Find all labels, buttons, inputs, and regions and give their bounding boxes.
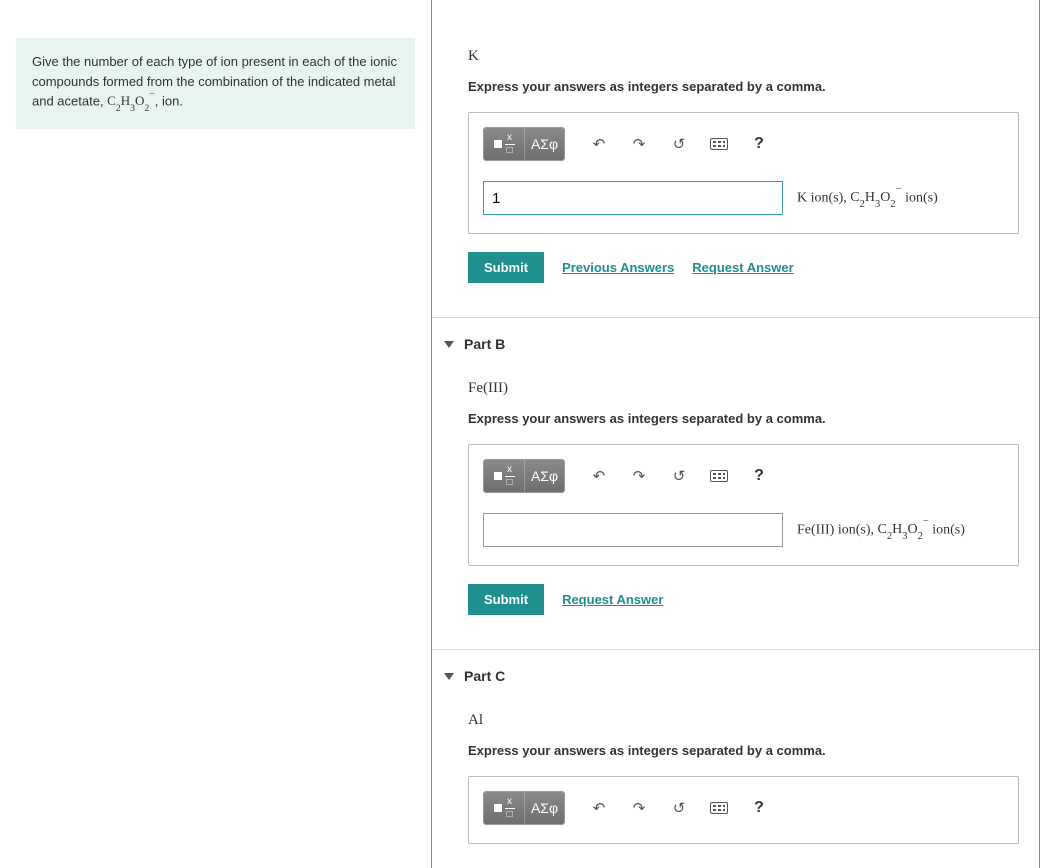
toolbar: x□ ΑΣφ ↶ ↷ ↺ ? (483, 459, 1004, 493)
part-b-title: Part B (464, 336, 505, 352)
question-prompt: Give the number of each type of ion pres… (16, 38, 415, 129)
part-b-answer-input[interactable] (483, 513, 783, 547)
part-a-unit-label: K ion(s), C2H3O2− ion(s) (797, 188, 938, 208)
part-a-prompt: K (468, 48, 1019, 65)
reset-icon[interactable]: ↺ (665, 464, 693, 488)
part-c-instructions: Express your answers as integers separat… (468, 743, 1019, 758)
help-icon[interactable]: ? (745, 132, 773, 156)
part-a-previous-answers-link[interactable]: Previous Answers (562, 260, 674, 275)
keyboard-icon[interactable] (705, 796, 733, 820)
chevron-down-icon (444, 673, 454, 680)
toolbar: x□ ΑΣφ ↶ ↷ ↺ ? (483, 791, 1004, 825)
greek-button[interactable]: ΑΣφ (524, 460, 564, 492)
part-a-submit-button[interactable]: Submit (468, 252, 544, 283)
math-template-button[interactable]: x□ (484, 128, 524, 160)
part-a-answer-input[interactable] (483, 181, 783, 215)
part-b-answer-panel: x□ ΑΣφ ↶ ↷ ↺ ? Fe(III) ion(s), C2H3 (468, 444, 1019, 566)
reset-icon[interactable]: ↺ (665, 796, 693, 820)
question-suffix: , ion. (155, 93, 183, 108)
undo-icon[interactable]: ↶ (585, 464, 613, 488)
redo-icon[interactable]: ↷ (625, 132, 653, 156)
part-b-unit-label: Fe(III) ion(s), C2H3O2− ion(s) (797, 520, 965, 540)
help-icon[interactable]: ? (745, 464, 773, 488)
part-b-instructions: Express your answers as integers separat… (468, 411, 1019, 426)
toolbar: x□ ΑΣφ ↶ ↷ ↺ ? (483, 127, 1004, 161)
math-template-button[interactable]: x□ (484, 460, 524, 492)
undo-icon[interactable]: ↶ (585, 796, 613, 820)
part-c-title: Part C (464, 668, 505, 684)
question-prefix: Give the number of each type of ion pres… (32, 54, 397, 108)
keyboard-icon[interactable] (705, 132, 733, 156)
greek-button[interactable]: ΑΣφ (524, 792, 564, 824)
part-a-request-answer-link[interactable]: Request Answer (692, 260, 793, 275)
redo-icon[interactable]: ↷ (625, 796, 653, 820)
part-c-header[interactable]: Part C (432, 650, 1039, 698)
part-b-header[interactable]: Part B (432, 318, 1039, 366)
keyboard-icon[interactable] (705, 464, 733, 488)
chevron-down-icon (444, 341, 454, 348)
part-b-prompt: Fe(III) (468, 380, 1019, 397)
acetate-formula: C2H3O2− (107, 93, 155, 108)
math-template-button[interactable]: x□ (484, 792, 524, 824)
part-a-instructions: Express your answers as integers separat… (468, 79, 1019, 94)
part-b-submit-button[interactable]: Submit (468, 584, 544, 615)
part-c-answer-panel: x□ ΑΣφ ↶ ↷ ↺ ? (468, 776, 1019, 844)
undo-icon[interactable]: ↶ (585, 132, 613, 156)
redo-icon[interactable]: ↷ (625, 464, 653, 488)
part-c-prompt: Al (468, 712, 1019, 729)
part-a-answer-panel: x□ ΑΣφ ↶ ↷ ↺ ? K ion(s), C2H3O2− io (468, 112, 1019, 234)
help-icon[interactable]: ? (745, 796, 773, 820)
part-b-request-answer-link[interactable]: Request Answer (562, 592, 663, 607)
greek-button[interactable]: ΑΣφ (524, 128, 564, 160)
reset-icon[interactable]: ↺ (665, 132, 693, 156)
